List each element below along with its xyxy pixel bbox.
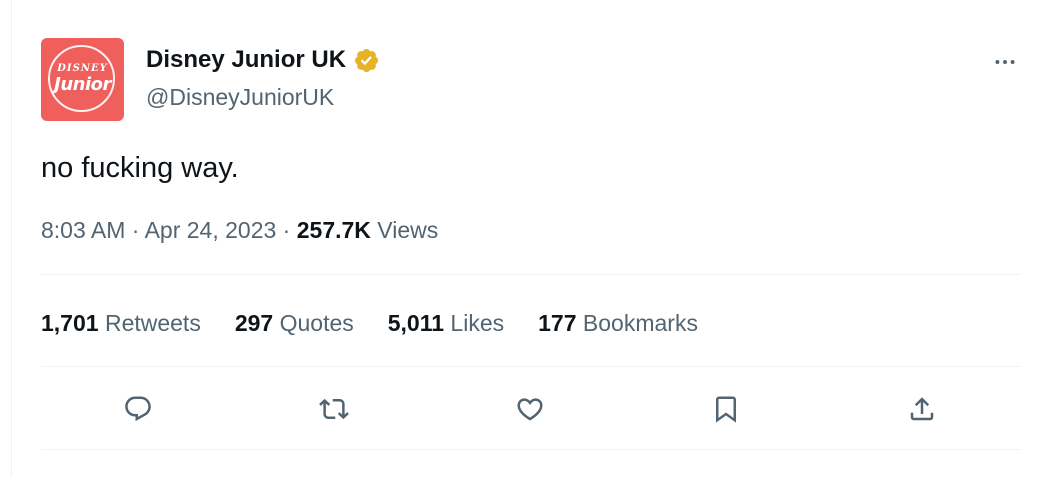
stat-label: Retweets xyxy=(98,310,201,336)
share-button[interactable] xyxy=(905,392,939,426)
bookmark-icon xyxy=(716,396,736,423)
author-handle[interactable]: @DisneyJuniorUK xyxy=(146,82,334,112)
stat-label: Quotes xyxy=(273,310,354,336)
quotes-stat[interactable]: 297 Quotes xyxy=(235,308,354,338)
avatar-logo-big-text: Junior xyxy=(54,74,111,95)
column-border xyxy=(11,0,12,477)
author-display-name[interactable]: Disney Junior UK xyxy=(146,45,346,75)
tweet-text: no fucking way. xyxy=(41,152,239,184)
author-name-row: Disney Junior UK xyxy=(146,45,380,75)
retweets-stat[interactable]: 1,701 Retweets xyxy=(41,308,201,338)
like-icon xyxy=(517,398,543,421)
avatar-logo-small-text: DISNEY xyxy=(57,63,108,74)
retweet-icon xyxy=(319,398,349,420)
engagement-stats: 1,701 Retweets 297 Quotes 5,011 Likes 17… xyxy=(41,308,732,338)
stat-count: 1,701 xyxy=(41,310,99,336)
stat-count: 5,011 xyxy=(387,310,445,336)
bookmarks-stat[interactable]: 177 Bookmarks xyxy=(538,308,698,338)
divider xyxy=(41,449,1021,450)
retweet-button[interactable] xyxy=(317,392,351,426)
tweet-time[interactable]: 8:03 AM xyxy=(41,217,125,243)
likes-stat[interactable]: 5,011 Likes xyxy=(388,308,504,338)
share-icon xyxy=(910,397,934,421)
tweet-meta: 8:03 AM · Apr 24, 2023 · 257.7K Views xyxy=(41,215,438,245)
like-button[interactable] xyxy=(513,392,547,426)
divider xyxy=(41,366,1021,367)
tweet-card: DISNEY Junior Disney Junior UK @DisneyJu… xyxy=(0,0,1040,477)
stat-label: Likes xyxy=(444,310,505,336)
reply-button[interactable] xyxy=(121,392,155,426)
verified-badge-icon[interactable] xyxy=(353,47,380,74)
views-label: Views xyxy=(370,217,439,243)
views-count: 257.7K xyxy=(296,217,371,243)
tweet-date[interactable]: Apr 24, 2023 xyxy=(145,217,277,243)
stat-count: 177 xyxy=(538,310,577,336)
bookmark-button[interactable] xyxy=(709,392,743,426)
meta-separator: · xyxy=(276,217,297,243)
divider xyxy=(41,274,1021,275)
avatar[interactable]: DISNEY Junior xyxy=(41,38,124,121)
reply-icon xyxy=(125,396,151,422)
meta-separator: · xyxy=(125,217,145,243)
stat-label: Bookmarks xyxy=(576,310,698,336)
stat-count: 297 xyxy=(234,310,274,336)
more-icon[interactable] xyxy=(990,47,1020,77)
